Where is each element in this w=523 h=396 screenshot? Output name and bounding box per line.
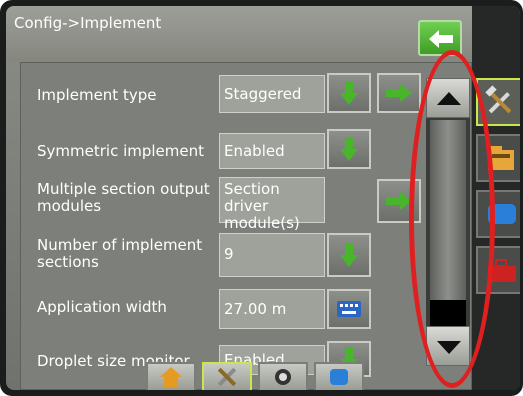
tab-data[interactable] [476,134,520,182]
scroll-up-button[interactable] [426,78,470,118]
down-arrow-icon [340,137,358,161]
row-multiple-section-output-modules: Multiple section output modules Section … [21,175,473,249]
tab-system[interactable] [476,190,520,238]
scrollbar[interactable] [426,78,470,366]
tools-icon [217,367,237,387]
tab-config[interactable] [202,362,252,390]
up-triangle-icon [437,92,461,105]
scroll-thumb[interactable] [430,300,466,328]
back-arrow-icon [429,30,453,48]
application-width-value[interactable]: 27.00 m [219,289,325,329]
device-frame: Config->Implement Implement type Stagger… [0,0,523,396]
number-of-sections-value[interactable]: 9 [219,233,325,277]
row-label: Symmetric implement [37,142,205,160]
guidance-icon [330,369,348,385]
down-arrow-icon [340,243,358,267]
screen: Config->Implement Implement type Stagger… [6,6,520,390]
down-triangle-icon [437,341,461,354]
tab-guidance[interactable] [314,362,364,390]
settings-panel: Implement type Staggered Symmetric imple… [20,62,472,390]
page-title: Config->Implement [14,14,162,32]
keyboard-icon [337,301,361,317]
multiple-section-output-next-button[interactable] [377,179,421,223]
row-application-width: Application width 27.00 m [21,285,473,331]
tools-icon [485,85,512,114]
folder-icon [488,146,514,170]
title-bar: Config->Implement [6,6,472,62]
tab-configuration[interactable] [476,78,520,126]
row-label: Number of implement sections [37,236,203,271]
number-of-sections-dropdown-button[interactable] [327,233,371,277]
bottom-tab-bar [146,362,402,390]
tab-home[interactable] [146,362,196,390]
scroll-down-button[interactable] [426,326,470,366]
row-label: Multiple section output modules [37,180,210,215]
home-icon [160,367,182,387]
application-width-keyboard-button[interactable] [327,289,371,329]
implement-type-value[interactable]: Staggered [219,75,325,113]
tab-gauge[interactable] [258,362,308,390]
row-label: Application width [37,298,167,316]
row-number-of-implement-sections: Number of implement sections 9 [21,229,473,279]
down-arrow-icon [340,81,358,105]
display-icon [488,204,516,224]
scroll-track[interactable] [430,120,466,328]
right-arrow-icon [386,192,412,210]
symmetric-implement-value[interactable]: Enabled [219,133,325,169]
right-tab-bar [472,6,520,390]
row-label: Implement type [37,86,157,104]
row-implement-type: Implement type Staggered [21,69,473,113]
multiple-section-output-value[interactable]: Section driver module(s) found [219,177,325,249]
tab-tools[interactable] [476,246,520,294]
implement-type-next-button[interactable] [377,73,421,113]
symmetric-implement-dropdown-button[interactable] [327,129,371,169]
back-button[interactable] [418,20,462,56]
gauge-icon [275,369,291,385]
right-arrow-icon [386,84,412,102]
toolbox-icon [488,259,516,282]
implement-type-dropdown-button[interactable] [327,73,371,113]
row-symmetric-implement: Symmetric implement Enabled [21,125,473,171]
